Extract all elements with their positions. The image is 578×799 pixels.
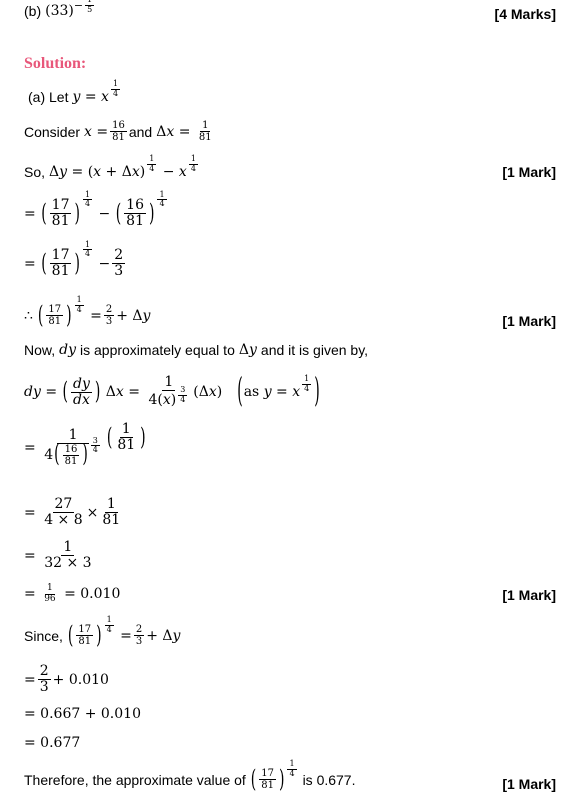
- step-1: = ( 17 81 ) 14 − ( 16 81 ) 14: [24, 189, 167, 230]
- so-line: So, Δy = (x + Δx) 14 − x 14: [24, 154, 198, 181]
- question-base: (33): [45, 3, 74, 20]
- question-exponent: − 15: [74, 0, 96, 15]
- step-7: = 23 + 0.010: [24, 663, 109, 696]
- mark-2: [1 Mark]: [502, 313, 556, 329]
- since-line: Since, ( 17 81 ) 14 = 23 + Δy: [24, 615, 181, 650]
- step-5: = 1 32 × 3: [24, 539, 92, 572]
- let-line: (a) Let y = x 14: [28, 79, 121, 106]
- step-9: = 0.677: [24, 735, 81, 751]
- dy-formula-line: dy = ( dy dx ) Δx = 1 4(x) 3 4 (Δ x) (as y =…: [24, 373, 320, 412]
- step-2: = ( 17 81 ) 14 − 23: [24, 239, 126, 280]
- step-3: = 1 4( 16 81 ) 34 ( 1 81 ): [24, 420, 146, 469]
- step-8: = 0.667 + 0.010: [24, 706, 141, 722]
- conclusion-line: Therefore, the approximate value of ( 17…: [24, 759, 356, 794]
- mark-3: [1 Mark]: [502, 587, 556, 603]
- question-label: (b): [24, 3, 42, 20]
- solution-heading: Solution:: [24, 55, 87, 72]
- mark-1: [1 Mark]: [502, 164, 556, 180]
- mark-4: [1 Mark]: [502, 776, 556, 792]
- question-b: (b) (33) − 15: [24, 0, 96, 21]
- question-marks: [4 Marks]: [494, 6, 556, 22]
- therefore-line: ∴ ( 17 81 ) 14 = 23 + Δy: [24, 295, 151, 330]
- step-4: = 27 4 × 8 × 1 81: [24, 496, 121, 529]
- now-line: Now, dy is approximately equal to Δy and…: [24, 342, 369, 358]
- consider-line: Consider x = 16 81 and Δx = 1 81: [24, 120, 212, 143]
- step-6: = 1 96 = 0.010: [24, 583, 121, 604]
